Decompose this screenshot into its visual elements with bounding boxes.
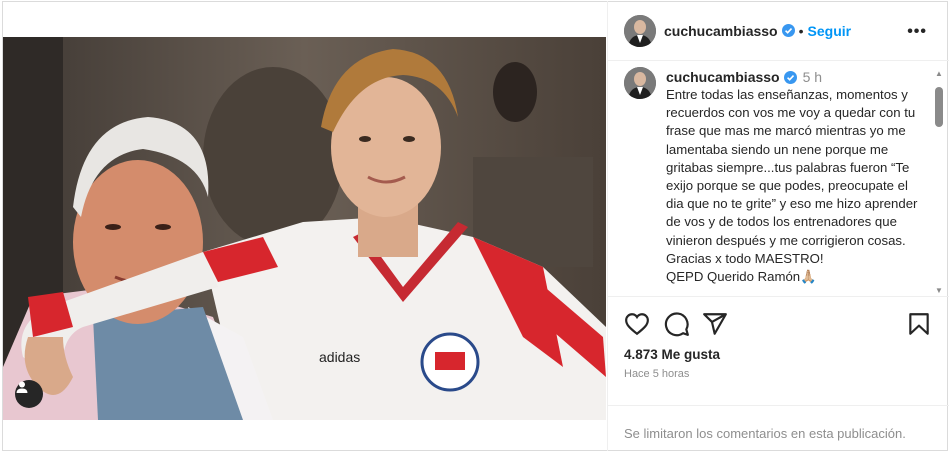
- profile-photo-icon: [624, 67, 656, 99]
- separator-dot: •: [798, 22, 804, 39]
- photo-illustration: adidas: [3, 37, 606, 420]
- caption-username[interactable]: cuchucambiasso: [666, 69, 780, 85]
- more-options-button[interactable]: •••: [907, 23, 927, 41]
- post-header: cuchucambiasso • Seguir •••: [608, 1, 949, 61]
- bookmark-icon[interactable]: [906, 311, 932, 337]
- user-tag-icon: [16, 381, 28, 393]
- verified-badge-icon: [781, 24, 795, 37]
- caption-avatar[interactable]: [624, 67, 656, 99]
- author-avatar[interactable]: [624, 14, 656, 47]
- heart-icon[interactable]: [624, 311, 650, 337]
- scroll-down-arrow-icon[interactable]: ▼: [935, 286, 943, 295]
- post-actions: [622, 311, 937, 339]
- post-timestamp[interactable]: Hace 5 horas: [624, 368, 689, 380]
- comments-footer: Se limitaron los comentarios en esta pub…: [608, 405, 949, 451]
- svg-text:adidas: adidas: [319, 349, 360, 365]
- profile-photo-icon: [624, 14, 656, 47]
- caption-time[interactable]: 5 h: [803, 69, 822, 85]
- share-icon[interactable]: [702, 311, 728, 337]
- post-photo[interactable]: adidas: [3, 37, 606, 420]
- post-sidebar: cuchucambiasso • Seguir ••• cuchucambias…: [607, 1, 949, 451]
- author-username[interactable]: cuchucambiasso: [664, 23, 778, 39]
- comments-section: cuchucambiasso 5 h Entre todas las enseñ…: [608, 62, 949, 297]
- likes-count[interactable]: 4.873 Me gusta: [624, 347, 720, 362]
- comment-icon[interactable]: [664, 311, 690, 337]
- scroll-thumb[interactable]: [935, 87, 943, 127]
- tagged-users-button[interactable]: [15, 380, 43, 408]
- comments-scrollbar[interactable]: ▲ ▼: [934, 69, 944, 295]
- scroll-up-arrow-icon[interactable]: ▲: [935, 69, 943, 78]
- follow-button[interactable]: Seguir: [808, 23, 852, 39]
- caption-text: Entre todas las enseñanzas, momentos y r…: [666, 87, 918, 285]
- verified-badge-icon: [783, 70, 797, 84]
- comments-disabled-notice: Se limitaron los comentarios en esta pub…: [624, 426, 906, 441]
- caption-header: cuchucambiasso 5 h: [666, 69, 822, 85]
